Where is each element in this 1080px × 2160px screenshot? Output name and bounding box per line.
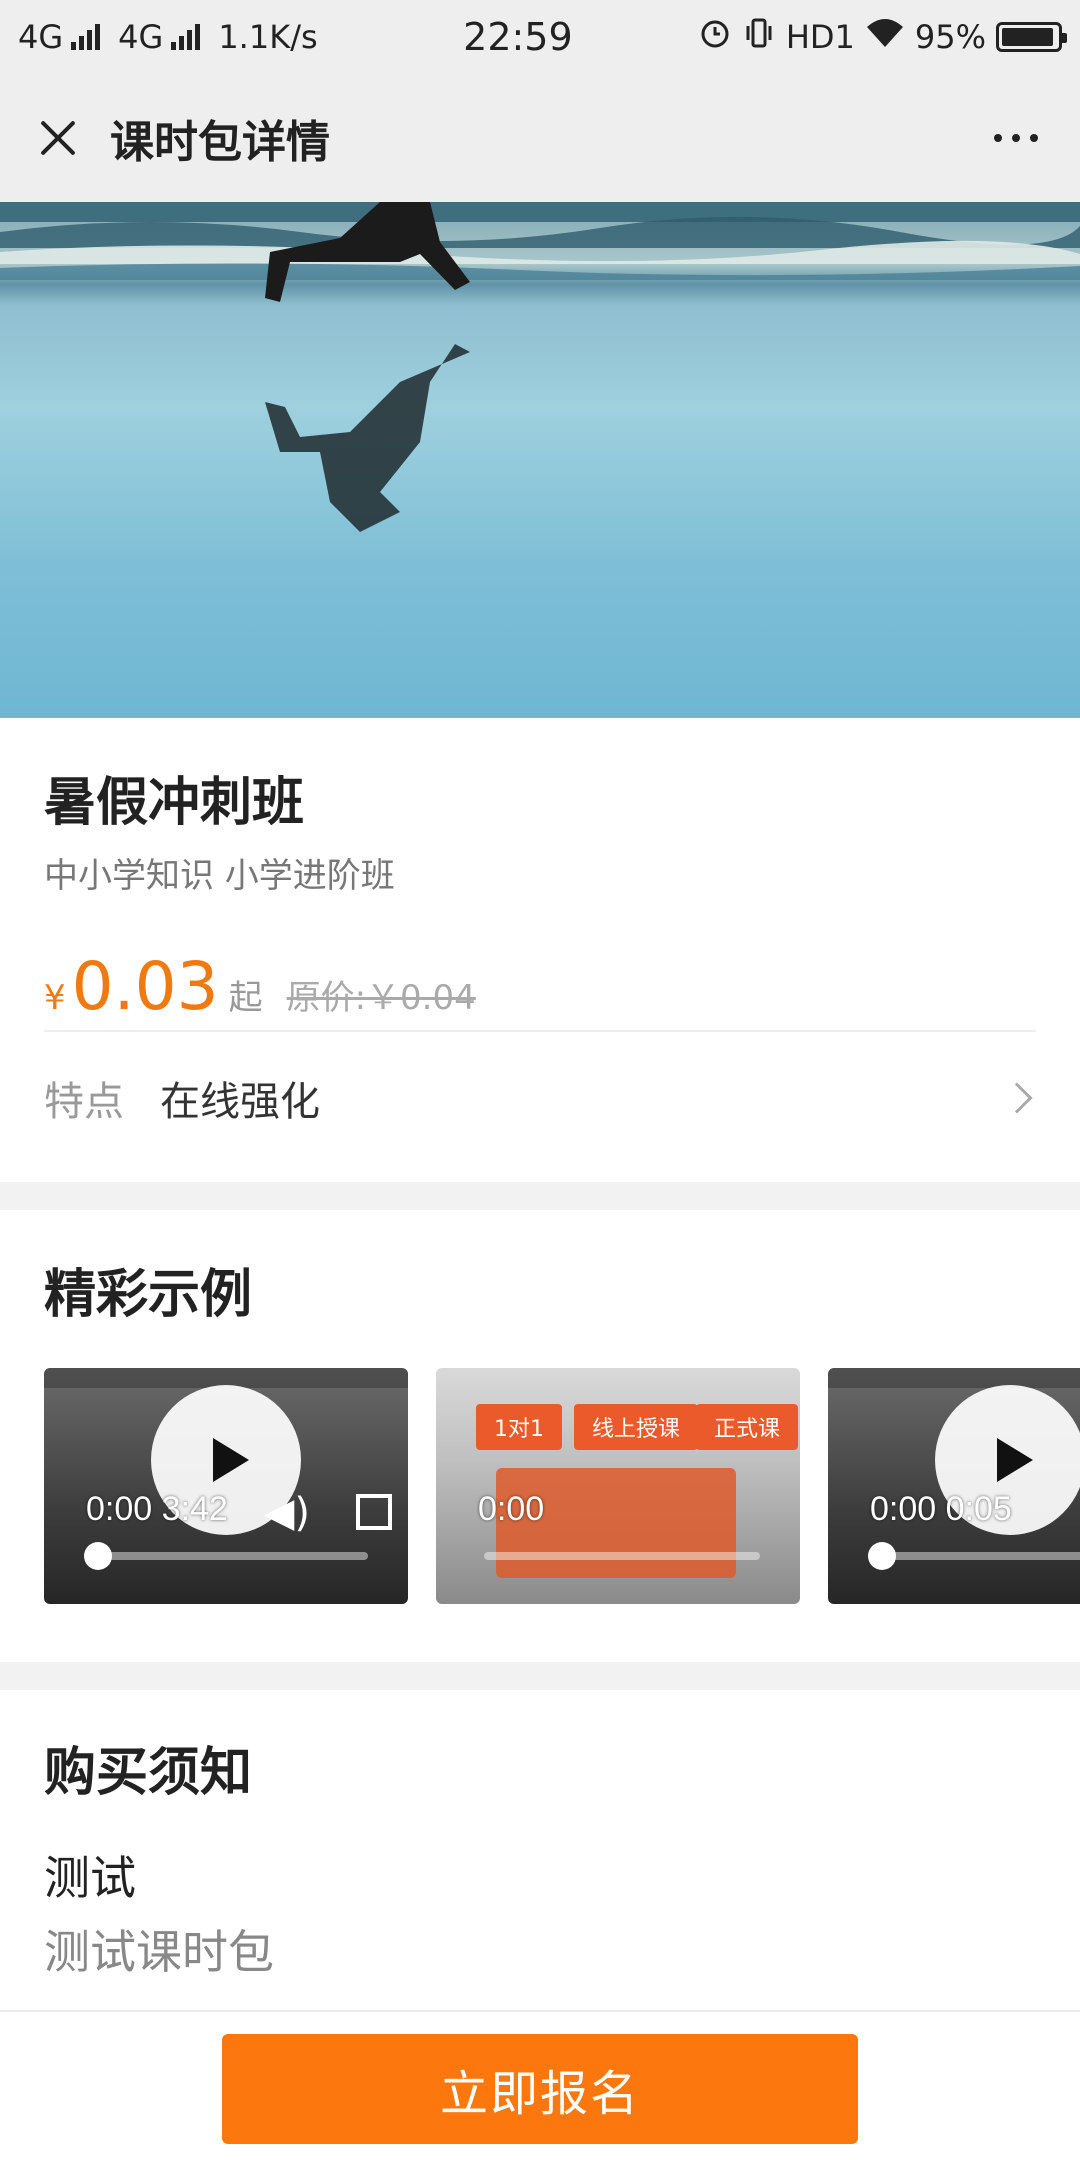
examples-title: 精彩示例 [44,1265,253,1325]
feature-value: 在线强化 [160,1079,320,1125]
price-currency: ¥ [44,978,66,1018]
course-subtitle: 中小学知识 小学进阶班 [44,856,395,896]
alarm-icon [698,16,732,58]
video-progress-track[interactable] [484,1552,760,1560]
signal-icon [71,24,101,50]
status-bar: 4G 4G 1.1K/s 22:59 HD1 95% [0,0,1080,74]
video-progress-track[interactable] [92,1552,368,1560]
notice-title: 购买须知 [44,1743,253,1803]
promo-tag: 正式课 [696,1404,799,1450]
video-progress-knob[interactable] [868,1542,896,1570]
battery-fill [1002,28,1054,46]
video-time: 0:00 3:42 [86,1490,228,1528]
hd-label: HD1 [785,18,855,56]
page-title: 课时包详情 [110,117,330,168]
course-info-card: 暑假冲刺班 中小学知识 小学进阶班 ¥ 0.03 起 原价:￥0.04 特点 在… [0,718,1080,1182]
price-suffix: 起 [228,978,263,1018]
close-icon[interactable] [32,113,82,163]
clock: 22:59 [463,15,573,59]
wifi-icon [865,17,905,57]
fullscreen-icon[interactable] [356,1494,392,1530]
chevron-right-icon [1001,1082,1033,1114]
promo-tag: 线上授课 [574,1404,699,1450]
battery-percent: 95% [914,18,986,56]
bottom-bar: 立即报名 [0,2010,1080,2160]
feature-label: 特点 [44,1079,124,1125]
example-video-2[interactable]: 1对1 线上授课 正式课 0:00 [436,1368,800,1604]
hero-illustration [0,202,1080,532]
original-price: 原价:￥0.04 [286,978,476,1018]
battery-icon [996,22,1067,52]
signal-icon-2 [171,24,201,50]
hero-image [0,202,1080,718]
notice-item-text: 测试课时包 [44,1925,274,1979]
video-time: 0:00 [478,1490,545,1528]
promo-tag: 1对1 [476,1404,562,1450]
divider [44,1030,1036,1032]
enroll-button[interactable]: 立即报名 [222,2034,858,2144]
price-row: ¥ 0.03 起 原价:￥0.04 [44,948,476,1025]
network-label-1: 4G [18,18,64,56]
nav-bar: 课时包详情 [0,74,1080,202]
notice-item-title: 测试 [44,1851,136,1905]
example-video-1[interactable]: 0:00 3:42 ◀) [44,1368,408,1604]
status-right: HD1 95% [698,16,1067,58]
examples-section: 精彩示例 0:00 3:42 ◀) 1对1 线上授课 正式课 0:00 0:00… [0,1210,1080,1662]
network-label-2: 4G [118,18,164,56]
purchase-notice-section: 购买须知 测试 测试课时包 [0,1690,1080,2010]
video-progress-knob[interactable] [84,1542,112,1570]
volume-icon[interactable]: ◀) [264,1490,310,1536]
vibrate-icon [742,16,776,58]
price-value: 0.03 [71,948,219,1025]
example-video-3[interactable]: 0:00 0:05 [828,1368,1080,1604]
more-icon[interactable] [984,124,1048,152]
course-title: 暑假冲刺班 [44,773,305,833]
video-time: 0:00 0:05 [870,1490,1012,1528]
video-progress-track[interactable] [876,1552,1080,1560]
network-speed: 1.1K/s [218,18,318,56]
feature-row[interactable]: 特点 在线强化 [44,1058,1036,1138]
video-toolbar [828,1368,1080,1388]
